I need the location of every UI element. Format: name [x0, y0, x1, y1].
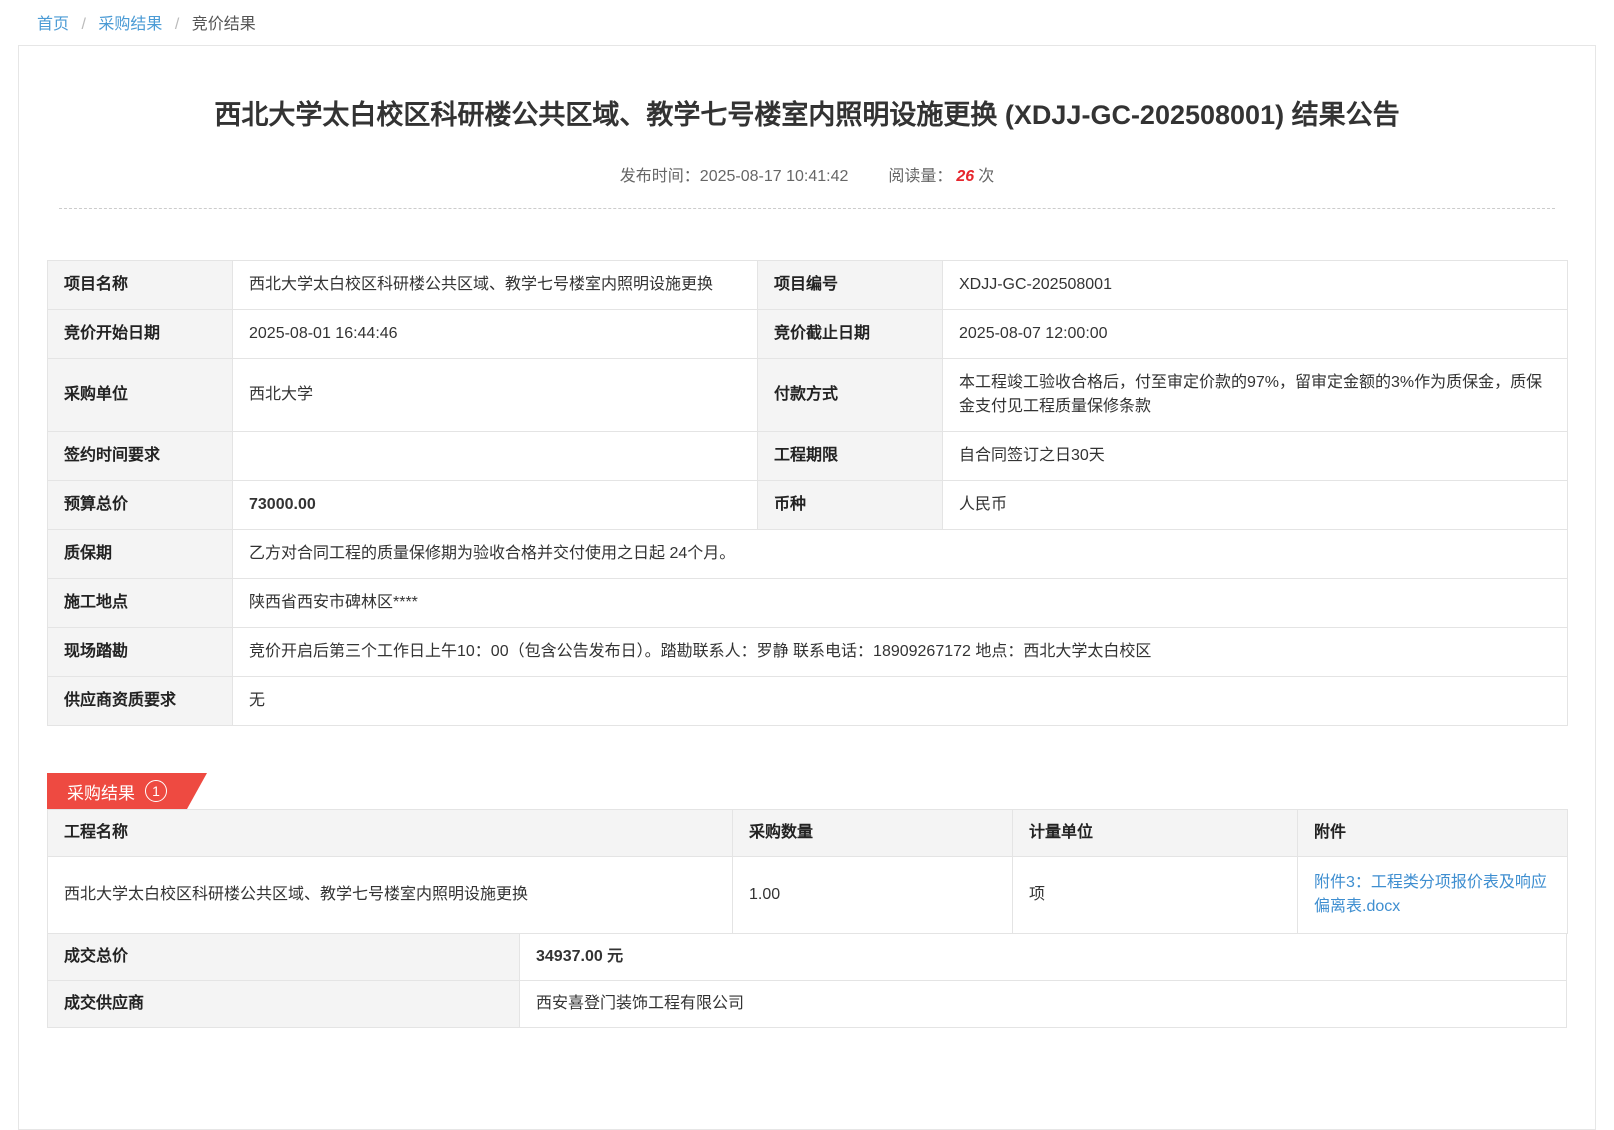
- project-info-table: 项目名称 西北大学太白校区科研楼公共区域、教学七号楼室内照明设施更换 项目编号 …: [47, 260, 1567, 726]
- breadcrumb-home-link[interactable]: 首页: [37, 16, 69, 33]
- deal-total-label: 成交总价: [48, 934, 520, 981]
- breadcrumb-separator: /: [81, 16, 85, 33]
- deal-supplier-label: 成交供应商: [48, 981, 520, 1028]
- breadcrumb-purchase-results-link[interactable]: 采购结果: [98, 16, 162, 33]
- payment-method-label: 付款方式: [758, 359, 943, 432]
- site-visit-value: 竞价开启后第三个工作日上午10：00（包含公告发布日）。踏勘联系人：罗静 联系电…: [233, 628, 1568, 677]
- publish-info: 发布时间：2025-08-17 10:41:42 阅读量：26次: [59, 162, 1555, 209]
- views-count: 26: [956, 168, 974, 185]
- page-title: 西北大学太白校区科研楼公共区域、教学七号楼室内照明设施更换 (XDJJ-GC-2…: [59, 98, 1555, 132]
- table-row: 质保期 乙方对合同工程的质量保修期为验收合格并交付使用之日起 24个月。: [48, 530, 1568, 579]
- supplier-qualification-label: 供应商资质要求: [48, 677, 233, 726]
- project-number-label: 项目编号: [758, 261, 943, 310]
- table-header-row: 工程名称 采购数量 计量单位 附件: [48, 810, 1568, 857]
- purchase-result-badge-label: 采购结果: [67, 779, 135, 804]
- result-quantity: 1.00: [733, 857, 1013, 934]
- quantity-header: 采购数量: [733, 810, 1013, 857]
- announcement-card: 西北大学太白校区科研楼公共区域、教学七号楼室内照明设施更换 (XDJJ-GC-2…: [18, 45, 1596, 1130]
- table-row: 竞价开始日期 2025-08-01 16:44:46 竞价截止日期 2025-0…: [48, 310, 1568, 359]
- project-duration-value: 自合同签订之日30天: [943, 432, 1568, 481]
- construction-site-value: 陕西省西安市碑林区****: [233, 579, 1568, 628]
- deal-supplier-value: 西安喜登门装饰工程有限公司: [520, 981, 1567, 1028]
- publish-time-label: 发布时间：: [620, 168, 700, 185]
- warranty-value: 乙方对合同工程的质量保修期为验收合格并交付使用之日起 24个月。: [233, 530, 1568, 579]
- table-row: 预算总价 73000.00 币种 人民币: [48, 481, 1568, 530]
- budget-label: 预算总价: [48, 481, 233, 530]
- breadcrumb: 首页 / 采购结果 / 竞价结果: [0, 0, 1614, 42]
- construction-site-label: 施工地点: [48, 579, 233, 628]
- bid-end-label: 竞价截止日期: [758, 310, 943, 359]
- purchase-result-count-badge: 1: [145, 780, 167, 802]
- table-row: 成交总价 34937.00 元: [48, 934, 1567, 981]
- supplier-qualification-value: 无: [233, 677, 1568, 726]
- table-row: 项目名称 西北大学太白校区科研楼公共区域、教学七号楼室内照明设施更换 项目编号 …: [48, 261, 1568, 310]
- project-number-value: XDJJ-GC-202508001: [943, 261, 1568, 310]
- purchaser-value: 西北大学: [233, 359, 758, 432]
- bid-start-value: 2025-08-01 16:44:46: [233, 310, 758, 359]
- publish-time-value: 2025-08-17 10:41:42: [700, 168, 849, 185]
- signing-time-value: [233, 432, 758, 481]
- currency-label: 币种: [758, 481, 943, 530]
- budget-value: 73000.00: [233, 481, 758, 530]
- table-row: 签约时间要求 工程期限 自合同签订之日30天: [48, 432, 1568, 481]
- views-label: 阅读量：: [888, 168, 952, 185]
- purchase-result-table: 工程名称 采购数量 计量单位 附件 西北大学太白校区科研楼公共区域、教学七号楼室…: [47, 809, 1567, 1028]
- table-row: 现场踏勘 竞价开启后第三个工作日上午10：00（包含公告发布日）。踏勘联系人：罗…: [48, 628, 1568, 677]
- attachment-header: 附件: [1298, 810, 1568, 857]
- deal-total-value: 34937.00 元: [520, 934, 1567, 981]
- signing-time-label: 签约时间要求: [48, 432, 233, 481]
- payment-method-value: 本工程竣工验收合格后，付至审定价款的97%，留审定金额的3%作为质保金，质保金支…: [943, 359, 1568, 432]
- currency-value: 人民币: [943, 481, 1568, 530]
- table-row: 西北大学太白校区科研楼公共区域、教学七号楼室内照明设施更换 1.00 项 附件3…: [48, 857, 1568, 934]
- warranty-label: 质保期: [48, 530, 233, 579]
- result-unit: 项: [1013, 857, 1298, 934]
- purchase-result-badge: 采购结果 1: [47, 773, 207, 809]
- breadcrumb-separator: /: [175, 16, 179, 33]
- bid-end-value: 2025-08-07 12:00:00: [943, 310, 1568, 359]
- announcement-header: 西北大学太白校区科研楼公共区域、教学七号楼室内照明设施更换 (XDJJ-GC-2…: [19, 46, 1595, 209]
- table-row: 供应商资质要求 无: [48, 677, 1568, 726]
- bid-start-label: 竞价开始日期: [48, 310, 233, 359]
- project-duration-label: 工程期限: [758, 432, 943, 481]
- attachment-link[interactable]: 附件3：工程类分项报价表及响应偏离表.docx: [1314, 874, 1547, 915]
- result-project-name: 西北大学太白校区科研楼公共区域、教学七号楼室内照明设施更换: [48, 857, 733, 934]
- unit-header: 计量单位: [1013, 810, 1298, 857]
- project-name-value: 西北大学太白校区科研楼公共区域、教学七号楼室内照明设施更换: [233, 261, 758, 310]
- table-row: 成交供应商 西安喜登门装饰工程有限公司: [48, 981, 1567, 1028]
- purchaser-label: 采购单位: [48, 359, 233, 432]
- project-name-header: 工程名称: [48, 810, 733, 857]
- views-unit: 次: [978, 168, 994, 185]
- breadcrumb-current: 竞价结果: [192, 16, 256, 33]
- project-name-label: 项目名称: [48, 261, 233, 310]
- table-row: 采购单位 西北大学 付款方式 本工程竣工验收合格后，付至审定价款的97%，留审定…: [48, 359, 1568, 432]
- table-row: 施工地点 陕西省西安市碑林区****: [48, 579, 1568, 628]
- site-visit-label: 现场踏勘: [48, 628, 233, 677]
